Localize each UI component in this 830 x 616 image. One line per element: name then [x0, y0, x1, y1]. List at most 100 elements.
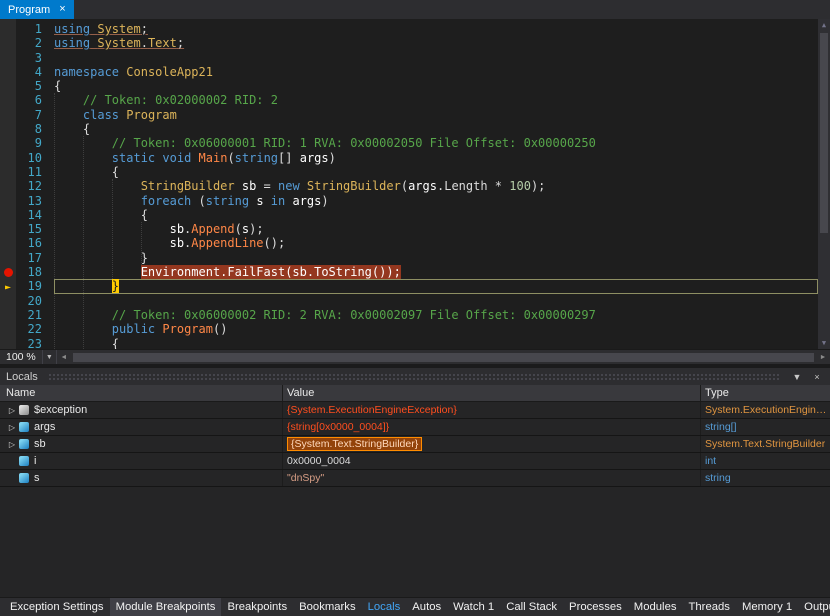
- locals-row[interactable]: ▷args{string[0x0000_0004]}string[]: [0, 419, 830, 436]
- scroll-right-icon[interactable]: ►: [816, 350, 830, 365]
- code-line[interactable]: 9 // Token: 0x06000001 RID: 1 RVA: 0x000…: [0, 136, 818, 150]
- bottom-tab-memory-1[interactable]: Memory 1: [736, 598, 798, 616]
- bottom-tab-breakpoints[interactable]: Breakpoints: [221, 598, 293, 616]
- expander-icon[interactable]: ▷: [6, 440, 18, 449]
- locals-panel-titlebar[interactable]: Locals ▼ ×: [0, 368, 830, 385]
- panel-close-icon[interactable]: ×: [810, 372, 824, 382]
- locals-value-cell[interactable]: {System.ExecutionEngineException}: [283, 402, 701, 418]
- line-margin[interactable]: [0, 236, 16, 250]
- close-tab-icon[interactable]: ×: [59, 4, 65, 15]
- bottom-tab-watch-1[interactable]: Watch 1: [447, 598, 500, 616]
- line-margin[interactable]: [0, 265, 16, 279]
- bottom-tab-module-breakpoints[interactable]: Module Breakpoints: [110, 598, 222, 616]
- line-margin[interactable]: [0, 93, 16, 107]
- locals-row[interactable]: ▷$exception{System.ExecutionEngineExcept…: [0, 402, 830, 419]
- column-header-type[interactable]: Type: [701, 385, 830, 401]
- line-margin[interactable]: [0, 337, 16, 349]
- line-margin[interactable]: [0, 308, 16, 322]
- code-line[interactable]: 12 StringBuilder sb = new StringBuilder(…: [0, 179, 818, 193]
- expander-icon[interactable]: ▷: [6, 406, 18, 415]
- vertical-scrollbar-thumb[interactable]: [820, 33, 828, 233]
- zoom-level-select[interactable]: 100 % ▼: [0, 350, 57, 365]
- panel-menu-icon[interactable]: ▼: [790, 372, 804, 382]
- bottom-tab-call-stack[interactable]: Call Stack: [500, 598, 563, 616]
- variable-icon: [19, 439, 29, 449]
- code-line[interactable]: 1using System;: [0, 22, 818, 36]
- locals-row[interactable]: ▷sb{System.Text.StringBuilder}System.Tex…: [0, 436, 830, 453]
- code-line[interactable]: 22 public Program(): [0, 322, 818, 336]
- code-line[interactable]: 20: [0, 294, 818, 308]
- code-line[interactable]: ►19 }: [0, 279, 818, 293]
- locals-value-cell[interactable]: 0x0000_0004: [283, 453, 701, 469]
- variable-type: string: [705, 472, 731, 484]
- code-line[interactable]: 7 class Program: [0, 108, 818, 122]
- locals-row[interactable]: s"dnSpy"string: [0, 470, 830, 487]
- locals-row[interactable]: i0x0000_0004int: [0, 453, 830, 470]
- code-line[interactable]: 13 foreach (string s in args): [0, 194, 818, 208]
- horizontal-scrollbar[interactable]: [71, 350, 816, 365]
- code-line[interactable]: 15 sb.Append(s);: [0, 222, 818, 236]
- line-margin[interactable]: [0, 322, 16, 336]
- line-margin[interactable]: [0, 51, 16, 65]
- locals-value-cell[interactable]: "dnSpy": [283, 470, 701, 486]
- editor-bottom-bar: 100 % ▼ ◄ ►: [0, 349, 830, 364]
- line-margin[interactable]: [0, 165, 16, 179]
- line-margin[interactable]: [0, 294, 16, 308]
- line-number: 17: [16, 251, 54, 265]
- code-line[interactable]: 18 Environment.FailFast(sb.ToString());: [0, 265, 818, 279]
- code-line[interactable]: 14 {: [0, 208, 818, 222]
- line-margin[interactable]: [0, 251, 16, 265]
- code-line[interactable]: 11 {: [0, 165, 818, 179]
- code-line[interactable]: 10 static void Main(string[] args): [0, 151, 818, 165]
- line-number: 9: [16, 136, 54, 150]
- scroll-up-icon[interactable]: ▲: [818, 19, 830, 31]
- line-margin[interactable]: [0, 194, 16, 208]
- tab-program[interactable]: Program ×: [0, 0, 74, 19]
- bottom-tab-threads[interactable]: Threads: [683, 598, 736, 616]
- scroll-down-icon[interactable]: ▼: [818, 337, 830, 349]
- bottom-tab-exception-settings[interactable]: Exception Settings: [4, 598, 110, 616]
- code-line[interactable]: 5{: [0, 79, 818, 93]
- line-margin[interactable]: [0, 179, 16, 193]
- column-header-name[interactable]: Name: [0, 385, 283, 401]
- vertical-scrollbar[interactable]: ▲ ▼: [818, 19, 830, 349]
- line-margin[interactable]: [0, 136, 16, 150]
- line-number: 16: [16, 236, 54, 250]
- line-margin[interactable]: [0, 36, 16, 50]
- line-margin[interactable]: [0, 222, 16, 236]
- code-line[interactable]: 8 {: [0, 122, 818, 136]
- line-number: 15: [16, 222, 54, 236]
- line-margin[interactable]: [0, 122, 16, 136]
- line-margin[interactable]: [0, 65, 16, 79]
- column-header-value[interactable]: Value: [283, 385, 701, 401]
- locals-value-cell[interactable]: {string[0x0000_0004]}: [283, 419, 701, 435]
- line-margin[interactable]: [0, 208, 16, 222]
- bottom-tab-autos[interactable]: Autos: [406, 598, 447, 616]
- code-line[interactable]: 2using System.Text;: [0, 36, 818, 50]
- code-line[interactable]: 6 // Token: 0x02000002 RID: 2: [0, 93, 818, 107]
- line-margin[interactable]: [0, 108, 16, 122]
- code-line[interactable]: 3: [0, 51, 818, 65]
- line-margin[interactable]: [0, 151, 16, 165]
- locals-value-cell[interactable]: {System.Text.StringBuilder}: [283, 436, 701, 452]
- expander-icon[interactable]: ▷: [6, 423, 18, 432]
- bottom-tab-processes[interactable]: Processes: [563, 598, 628, 616]
- line-margin[interactable]: ►: [0, 279, 16, 293]
- code-line[interactable]: 16 sb.AppendLine();: [0, 236, 818, 250]
- bottom-tab-locals[interactable]: Locals: [362, 598, 407, 616]
- code-line[interactable]: 4namespace ConsoleApp21: [0, 65, 818, 79]
- code-editor[interactable]: 1using System;2using System.Text;34names…: [0, 19, 830, 349]
- code-line[interactable]: 21 // Token: 0x06000002 RID: 2 RVA: 0x00…: [0, 308, 818, 322]
- bottom-tab-modules[interactable]: Modules: [628, 598, 683, 616]
- breakpoint-icon[interactable]: [4, 268, 13, 277]
- bottom-tab-output[interactable]: Output: [798, 598, 830, 616]
- locals-name-cell: ▷args: [0, 419, 283, 435]
- line-margin[interactable]: [0, 22, 16, 36]
- scroll-left-icon[interactable]: ◄: [57, 350, 71, 365]
- horizontal-scrollbar-thumb[interactable]: [73, 353, 814, 362]
- line-margin[interactable]: [0, 79, 16, 93]
- code-line[interactable]: 23 {: [0, 337, 818, 349]
- zoom-dropdown-icon[interactable]: ▼: [43, 350, 56, 365]
- bottom-tab-bookmarks[interactable]: Bookmarks: [293, 598, 362, 616]
- code-line[interactable]: 17 }: [0, 251, 818, 265]
